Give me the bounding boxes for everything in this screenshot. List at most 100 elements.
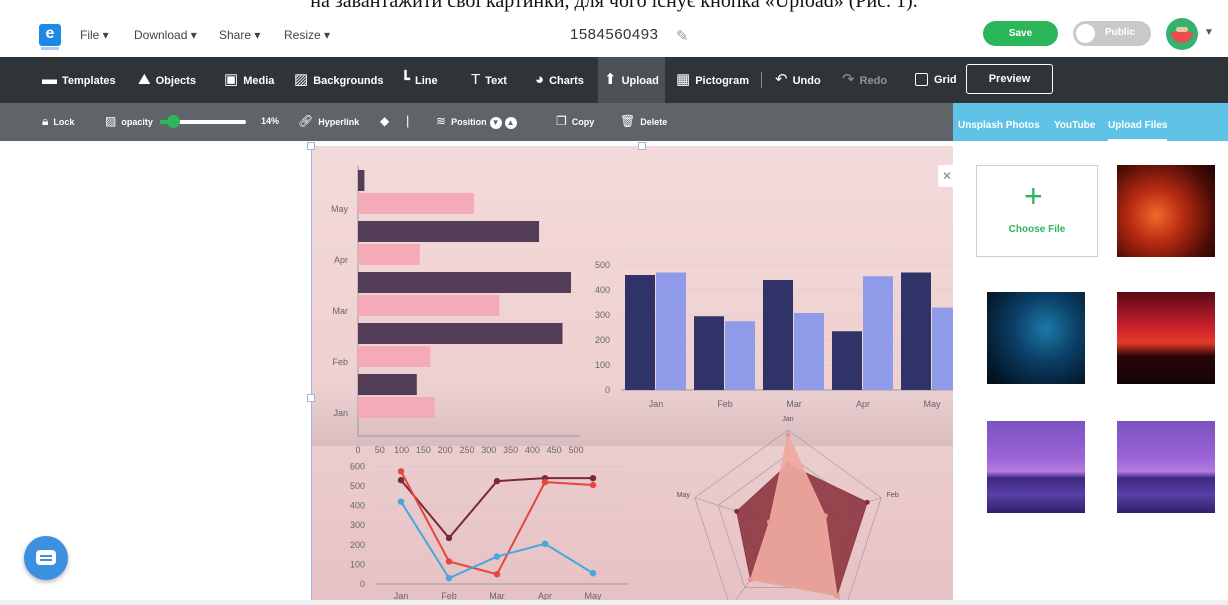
hbar-x-tick-label: 0 xyxy=(355,445,360,455)
line-point xyxy=(397,476,405,484)
opacity-slider-thumb[interactable] xyxy=(167,115,180,128)
objects-button[interactable]: ⛰ Objects xyxy=(138,57,196,103)
download-menu[interactable]: Download ▾ xyxy=(134,28,197,42)
tab-unsplash-photos[interactable]: Unsplash Photos xyxy=(958,103,1040,141)
vbar-category-label: May xyxy=(923,399,941,409)
hbar-x-tick-label: 500 xyxy=(568,445,583,455)
preview-button[interactable]: Preview xyxy=(966,64,1053,94)
hbar-bar xyxy=(358,221,540,242)
hbar-bar xyxy=(358,295,500,316)
move-down-icon[interactable]: ▼ xyxy=(489,117,502,129)
pie-chart-icon: ◕ xyxy=(535,71,545,88)
object-toolbar: 🔒︎ Lock ▨ opacity 14% 🔗︎ Hyperlink ◆ | ≋ Pos… xyxy=(0,103,953,141)
line-point xyxy=(589,481,597,489)
copy-button[interactable]: ❐ Copy xyxy=(556,103,594,141)
delete-label: Delete xyxy=(640,117,668,127)
opacity-slider[interactable] xyxy=(160,115,246,128)
hbar-bar xyxy=(358,170,365,191)
objects-icon: ⛰ xyxy=(138,71,151,88)
radar-chart[interactable]: JanFebMarAprMay xyxy=(677,416,899,605)
charts-button[interactable]: ◕ Charts xyxy=(535,57,584,103)
vbar-category-label: Apr xyxy=(856,399,870,409)
grid-label: Grid xyxy=(934,74,957,86)
redo-label: Redo xyxy=(859,75,888,87)
selection-border xyxy=(311,146,312,605)
lock-button[interactable]: 🔒︎ Lock xyxy=(42,103,74,141)
hbar-x-tick-label: 400 xyxy=(525,445,540,455)
app-logo[interactable]: e xyxy=(39,24,61,50)
templates-icon: ▬ xyxy=(42,71,57,88)
line-point xyxy=(589,570,597,577)
hbar-x-tick-label: 450 xyxy=(547,445,562,455)
avatar-shape xyxy=(1176,27,1188,32)
grid-checkbox[interactable] xyxy=(915,73,928,86)
grid-toggle[interactable]: Grid xyxy=(915,57,957,103)
line-label: Line xyxy=(415,75,438,87)
media-button[interactable]: ▣ Media xyxy=(224,57,274,103)
line-point xyxy=(493,571,501,578)
hbar-bar xyxy=(358,272,571,293)
position-control[interactable]: ≋ Position ▼ ▲ xyxy=(436,103,517,141)
line-chart[interactable]: 0100200300400500600Jan Feb Mar Apr May xyxy=(350,461,629,601)
vbar-y-tick-label: 200 xyxy=(595,335,610,345)
radar-point xyxy=(822,513,828,519)
line-series xyxy=(400,477,593,540)
document-title[interactable]: 1584560493 xyxy=(570,26,658,43)
uploaded-image-thumbnail[interactable] xyxy=(1117,292,1215,384)
resize-menu[interactable]: Resize ▾ xyxy=(284,28,330,42)
undo-button[interactable]: ↶ Undo xyxy=(775,57,821,103)
design-canvas[interactable]: May Apr Mar Feb Jan 0 50 100 150 200 250 300 350 400 4… xyxy=(311,146,953,605)
vbar-bar xyxy=(863,276,893,390)
chat-support-button[interactable] xyxy=(24,536,68,580)
uploaded-image-thumbnail[interactable] xyxy=(987,292,1085,384)
pictogram-button[interactable]: ▦ Pictogram xyxy=(676,57,749,103)
backgrounds-icon: ▨ xyxy=(294,71,309,88)
line-point xyxy=(445,558,453,565)
tab-upload-files[interactable]: Upload Files xyxy=(1108,103,1168,141)
pencil-icon[interactable]: ✎ xyxy=(676,27,689,45)
tag-button[interactable]: ◆ xyxy=(380,103,394,141)
public-toggle[interactable]: Public xyxy=(1073,21,1151,46)
templates-button[interactable]: ▬ Templates xyxy=(42,57,116,103)
delete-button[interactable]: 🗑︎ Delete xyxy=(620,103,667,141)
text-button[interactable]: T Text xyxy=(471,57,507,103)
line-point xyxy=(397,498,405,505)
resize-handle[interactable] xyxy=(307,142,315,150)
vbar-bar xyxy=(763,280,793,390)
hbar-bar xyxy=(358,346,431,367)
uploaded-image-thumbnail[interactable] xyxy=(1117,421,1215,513)
vbar-category-label: Mar xyxy=(786,399,802,409)
resize-handle[interactable] xyxy=(638,142,646,150)
uploaded-image-thumbnail[interactable] xyxy=(987,421,1085,513)
objects-label: Objects xyxy=(155,75,196,87)
move-up-icon[interactable]: ▲ xyxy=(504,117,517,129)
uploaded-image-thumbnail[interactable] xyxy=(1117,165,1215,257)
backgrounds-button[interactable]: ▨ Backgrounds xyxy=(294,57,383,103)
lock-label: Lock xyxy=(53,117,75,127)
choose-file-button[interactable]: + Choose File xyxy=(976,165,1098,257)
share-menu[interactable]: Share ▾ xyxy=(219,28,260,42)
vbar-bar xyxy=(832,331,862,390)
vertical-bar-chart[interactable]: 0 100 200 300 400 500 Jan Feb Mar Apr May xyxy=(595,260,953,409)
upload-button[interactable]: ⬆ Upload xyxy=(598,57,665,103)
subbar-divider: | xyxy=(406,113,410,128)
chevron-down-icon[interactable]: ▼ xyxy=(1204,27,1214,38)
hbar-x-tick-label: 200 xyxy=(438,445,453,455)
vbar-y-tick-label: 400 xyxy=(595,285,610,295)
save-button[interactable]: Save xyxy=(983,21,1058,46)
pictogram-icon: ▦ xyxy=(676,71,691,88)
hbar-x-tick-label: 50 xyxy=(375,445,385,455)
hyperlink-button[interactable]: 🔗︎ Hyperlink xyxy=(298,103,359,141)
hbar-category-label: Jan xyxy=(333,408,348,418)
radar-point xyxy=(748,577,754,583)
line-button[interactable]: ┗ Line xyxy=(401,57,438,103)
horizontal-bar-chart[interactable]: May Apr Mar Feb Jan 0 50 100 150 200 250 300 350 400 4… xyxy=(331,166,584,455)
file-menu[interactable]: File ▾ xyxy=(80,28,109,42)
undo-label: Undo xyxy=(792,75,821,87)
avatar[interactable] xyxy=(1166,18,1198,50)
tab-youtube[interactable]: YouTube xyxy=(1054,103,1095,141)
redo-button[interactable]: ↷ Redo xyxy=(842,57,887,103)
pictogram-label: Pictogram xyxy=(695,75,749,87)
horizontal-scrollbar[interactable] xyxy=(0,600,1228,605)
resize-handle[interactable] xyxy=(307,394,315,402)
